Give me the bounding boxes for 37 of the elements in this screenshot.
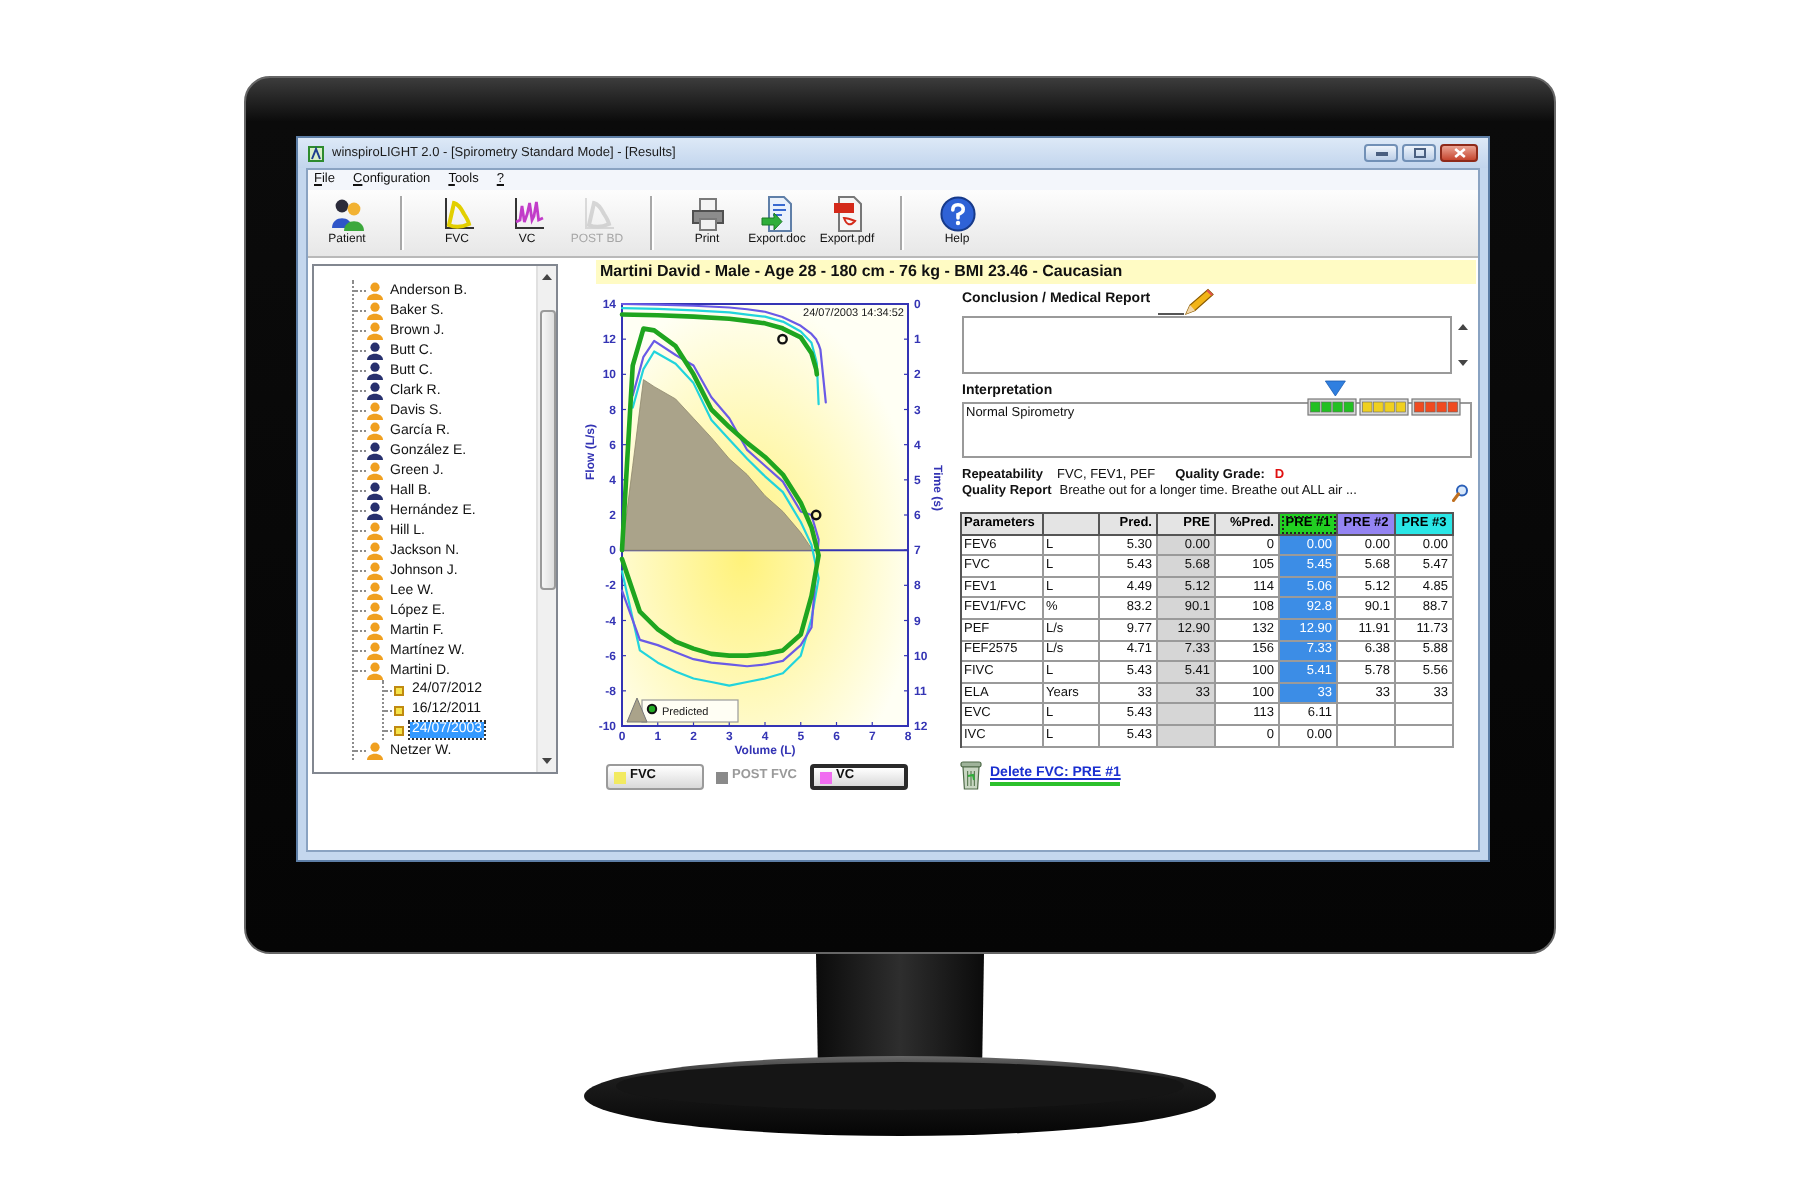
conclusion-field[interactable]	[962, 316, 1452, 374]
patient-info-bar: Martini David - Male - Age 28 - 180 cm - 76 kg - BMI 23.46 - Caucasian	[596, 260, 1476, 284]
severity-segment	[1307, 398, 1357, 416]
help-icon	[939, 196, 975, 232]
close-button[interactable]	[1440, 144, 1478, 162]
loop-chart-icon	[439, 196, 475, 232]
close-icon	[1453, 148, 1465, 158]
scrollbar[interactable]	[536, 266, 556, 772]
severity-segment	[1359, 398, 1409, 416]
scrollbar-thumb[interactable]	[539, 310, 555, 590]
trash-icon[interactable]	[960, 759, 982, 790]
table-cell	[1396, 704, 1454, 726]
scroll-down-icon[interactable]	[542, 758, 552, 764]
document-arrow-icon	[759, 196, 795, 232]
table-cell	[1158, 725, 1216, 748]
table-cell	[1338, 725, 1396, 748]
predicted-area-icon	[626, 697, 648, 723]
pencil-icon[interactable]	[1158, 287, 1215, 315]
marker-icon	[646, 703, 658, 715]
minimize-button[interactable]	[1364, 144, 1398, 162]
printer-icon	[689, 196, 725, 232]
scroll-down-icon[interactable]	[1458, 360, 1468, 366]
scroll-up-icon[interactable]	[542, 274, 552, 280]
pdf-document-icon	[829, 196, 865, 232]
minimize-icon	[1375, 151, 1387, 155]
maximize-button[interactable]	[1402, 144, 1436, 162]
scroll-up-icon[interactable]	[1458, 324, 1468, 330]
table-cell	[1338, 704, 1396, 726]
wave-chart-icon	[509, 196, 545, 232]
people-icon	[329, 196, 365, 232]
severity-segment	[1411, 398, 1461, 416]
magnifier-icon[interactable]	[1452, 483, 1468, 501]
table-cell	[1396, 725, 1454, 748]
maximize-icon	[1413, 148, 1425, 158]
app-icon	[308, 145, 324, 161]
loop-chart-icon	[579, 196, 615, 232]
table-cell	[1158, 704, 1216, 726]
